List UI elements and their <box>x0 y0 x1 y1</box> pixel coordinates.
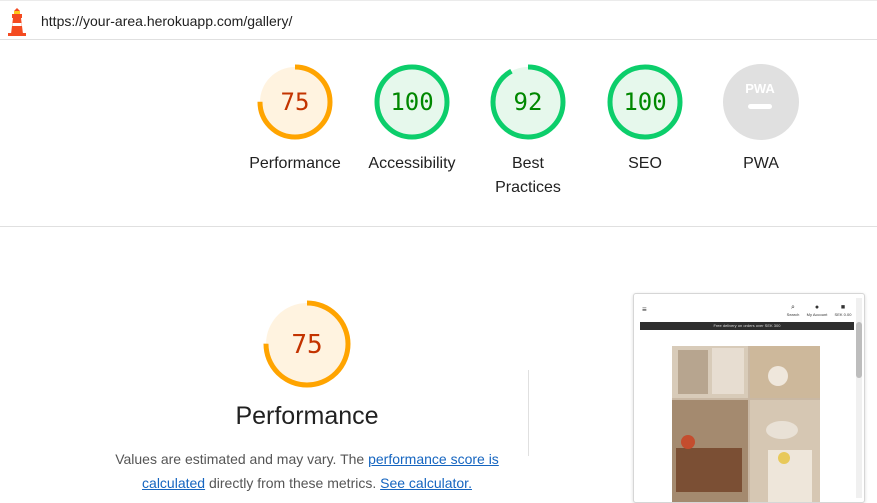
user-icon: ● <box>814 304 820 311</box>
gauge-label: PWA <box>743 155 779 172</box>
thumb-nav-search: ⌕ Search <box>782 304 804 317</box>
vertical-divider <box>528 370 529 456</box>
gauge-ring: 92 <box>490 64 566 140</box>
final-screenshot[interactable]: ≡ ⌕ Search ● My Account ■ SEK 0.00 Free del… <box>633 293 865 503</box>
thumb-banner: Free delivery on orders over SEK 300 <box>640 322 854 330</box>
gallery-photo-image <box>672 346 820 502</box>
performance-description: Values are estimated and may vary. The p… <box>100 447 514 495</box>
lighthouse-icon <box>8 8 26 36</box>
performance-title: Performance <box>235 402 379 430</box>
gauge-label: SEO <box>628 155 662 172</box>
hamburger-menu-icon: ≡ <box>642 305 647 314</box>
section-divider <box>0 226 877 227</box>
gauge-performance[interactable]: 75 Performance <box>235 62 355 176</box>
thumb-nav-account: ● My Account <box>806 304 828 317</box>
see-calculator-link[interactable]: See calculator. <box>380 475 472 491</box>
gauge-seo[interactable]: 100 SEO <box>585 62 705 176</box>
gauge-label: Best Practices <box>468 152 588 200</box>
gauge-score: 100 <box>390 88 433 116</box>
gauge-pwa[interactable]: PWA PWA <box>701 62 821 176</box>
gauge-label: Accessibility <box>368 155 456 172</box>
gauge-ring: 75 <box>257 64 333 140</box>
search-icon: ⌕ <box>791 304 795 311</box>
pwa-badge-icon: PWA <box>723 64 799 140</box>
gauge-label-line1: Best <box>511 155 544 172</box>
gauge-label-line2: Practices <box>495 179 561 196</box>
gauge-best-practices[interactable]: 92 Best Practices <box>468 62 588 200</box>
gauge-label: Performance <box>249 155 341 172</box>
thumb-nav-cart: ■ SEK 0.00 <box>832 304 854 317</box>
desc-text-2: directly from these metrics. <box>205 475 381 491</box>
gauge-score: 75 <box>281 88 310 116</box>
pwa-badge-text: PWA <box>745 81 775 96</box>
gauge-score: 92 <box>514 88 543 116</box>
thumb-scrollbar-thumb[interactable] <box>856 322 862 378</box>
gauge-ring: 100 <box>607 64 683 140</box>
performance-gauge: 75 <box>263 300 351 388</box>
gauge-accessibility[interactable]: 100 Accessibility <box>352 62 472 176</box>
gauge-ring: 100 <box>374 64 450 140</box>
bag-icon: ■ <box>840 304 846 311</box>
performance-score: 75 <box>291 330 322 360</box>
address-bar: https://your-area.herokuapp.com/gallery/ <box>0 0 877 40</box>
gauge-score: 100 <box>623 88 666 116</box>
desc-text-1: Values are estimated and may vary. The <box>115 451 369 467</box>
page-url: https://your-area.herokuapp.com/gallery/ <box>41 13 293 29</box>
